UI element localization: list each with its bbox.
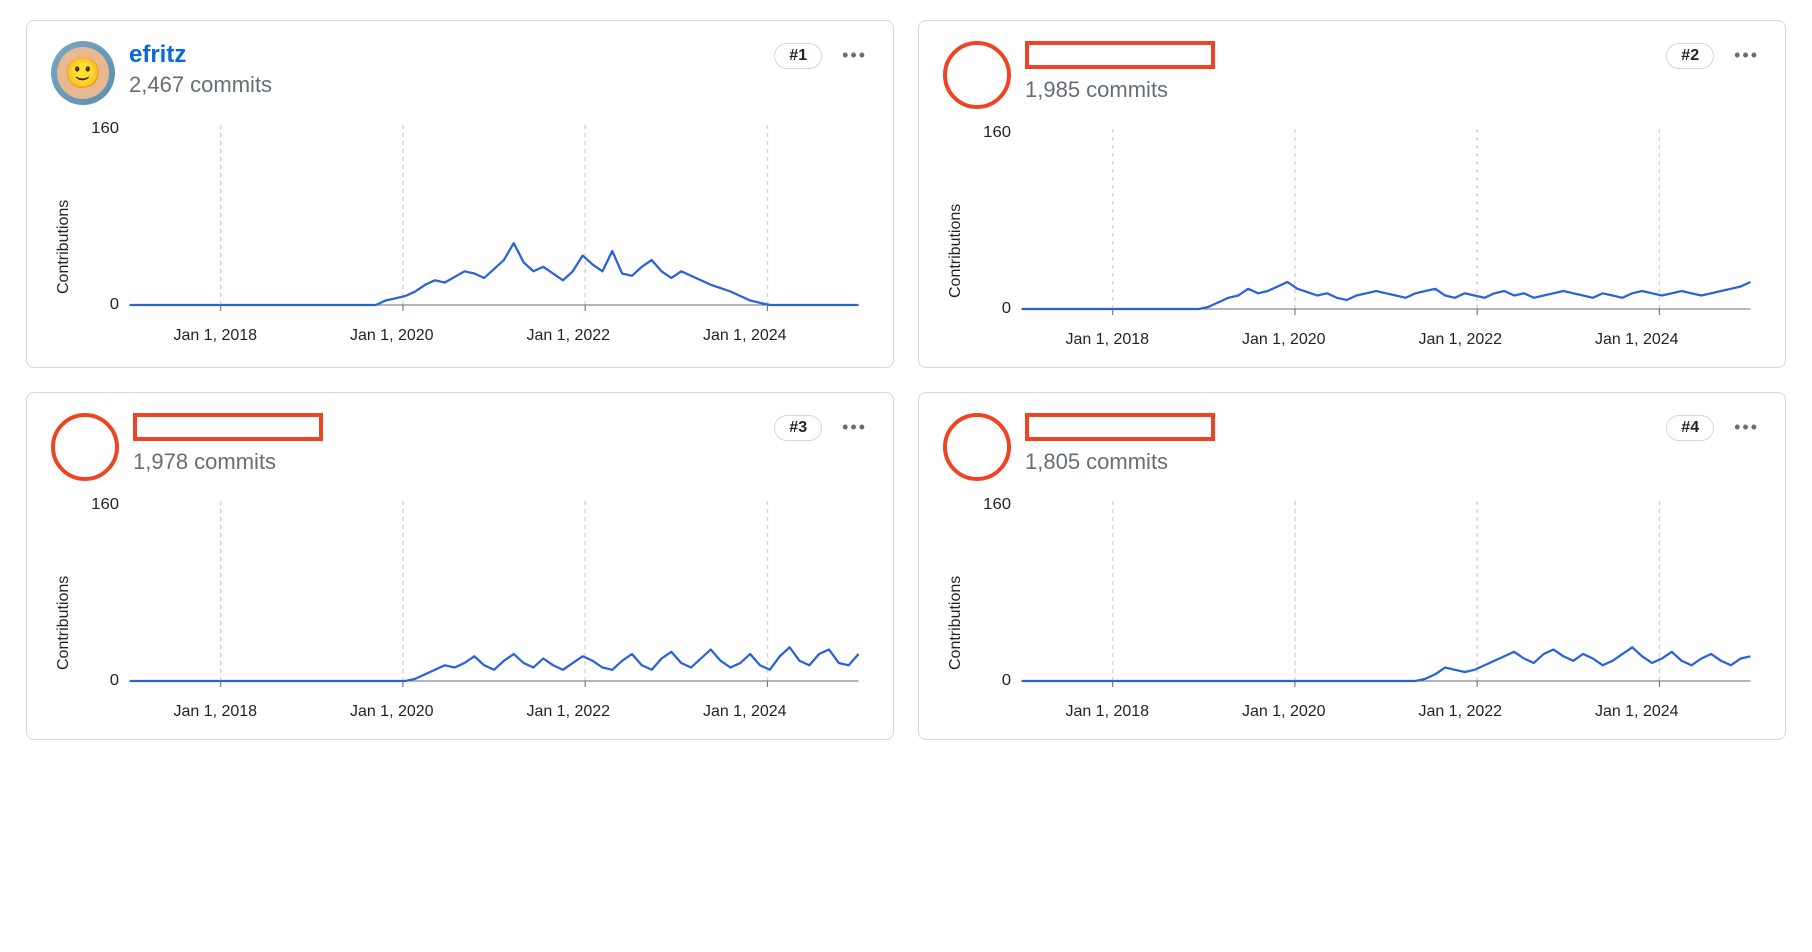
header-right: #4 ••• (1666, 413, 1761, 442)
x-tick-label: Jan 1, 2020 (304, 327, 481, 345)
chart-inner: 1600Jan 1, 2018Jan 1, 2020Jan 1, 2022Jan… (965, 123, 1761, 349)
x-tick-label: Jan 1, 2018 (127, 327, 304, 345)
x-tick-label: Jan 1, 2024 (1549, 331, 1726, 349)
username-link[interactable]: efritz (129, 41, 272, 70)
contribution-sparkline: 1600 (965, 123, 1761, 323)
x-tick-label: Jan 1, 2018 (127, 703, 304, 721)
user-block: 🙂 efritz2,467 commits (51, 41, 272, 105)
commits-count[interactable]: 1,978 commits (133, 449, 323, 475)
rank-badge: #1 (774, 43, 822, 69)
svg-text:0: 0 (110, 295, 119, 313)
chart-wrap: Contributions1600Jan 1, 2018Jan 1, 2020J… (943, 495, 1761, 721)
rank-badge: #2 (1666, 43, 1714, 69)
x-ticks: Jan 1, 2018Jan 1, 2020Jan 1, 2022Jan 1, … (965, 331, 1761, 349)
x-tick-label: Jan 1, 2024 (1549, 703, 1726, 721)
x-tick-label: Jan 1, 2022 (480, 703, 657, 721)
card-header: 🙂 efritz2,467 commits #1 ••• (51, 41, 869, 105)
user-block: 1,985 commits (943, 41, 1215, 109)
username-redacted[interactable] (1025, 41, 1215, 69)
x-tick-label: Jan 1, 2018 (1019, 703, 1196, 721)
username-redacted[interactable] (133, 413, 323, 441)
card-header: 1,985 commits #2 ••• (943, 41, 1761, 109)
x-tick-label: Jan 1, 2020 (1196, 331, 1373, 349)
x-ticks: Jan 1, 2018Jan 1, 2020Jan 1, 2022Jan 1, … (73, 327, 869, 345)
kebab-menu-icon[interactable]: ••• (1732, 413, 1761, 442)
avatar-redacted[interactable] (51, 413, 119, 481)
svg-text:160: 160 (983, 123, 1011, 141)
user-info: 1,978 commits (133, 413, 323, 475)
x-tick-label: Jan 1, 2020 (304, 703, 481, 721)
avatar[interactable]: 🙂 (51, 41, 115, 105)
username-redacted[interactable] (1025, 413, 1215, 441)
chart-wrap: Contributions1600Jan 1, 2018Jan 1, 2020J… (51, 495, 869, 721)
chart-wrap: Contributions1600Jan 1, 2018Jan 1, 2020J… (51, 119, 869, 345)
svg-text:0: 0 (1002, 671, 1011, 689)
contributor-card: 🙂efritz2,467 commits#1•••Contributions16… (26, 20, 894, 368)
x-tick-label: Jan 1, 2022 (1372, 331, 1549, 349)
user-block: 1,805 commits (943, 413, 1215, 481)
contribution-sparkline: 1600 (73, 119, 869, 319)
contributor-card: 1,978 commits#3•••Contributions1600Jan 1… (26, 392, 894, 740)
x-tick-label: Jan 1, 2024 (657, 703, 834, 721)
x-tick-label: Jan 1, 2024 (657, 327, 834, 345)
y-axis-label: Contributions (943, 123, 965, 349)
y-axis-label: Contributions (943, 495, 965, 721)
y-axis-label: Contributions (51, 495, 73, 721)
kebab-menu-icon[interactable]: ••• (1732, 41, 1761, 70)
user-info: 1,985 commits (1025, 41, 1215, 103)
avatar-face-icon: 🙂 (57, 47, 109, 99)
chart-wrap: Contributions1600Jan 1, 2018Jan 1, 2020J… (943, 123, 1761, 349)
commits-count[interactable]: 1,805 commits (1025, 449, 1215, 475)
chart-inner: 1600Jan 1, 2018Jan 1, 2020Jan 1, 2022Jan… (965, 495, 1761, 721)
x-ticks: Jan 1, 2018Jan 1, 2020Jan 1, 2022Jan 1, … (73, 703, 869, 721)
user-info: efritz2,467 commits (129, 41, 272, 98)
header-right: #1 ••• (774, 41, 869, 70)
svg-text:160: 160 (983, 495, 1011, 513)
rank-badge: #4 (1666, 415, 1714, 441)
header-right: #2 ••• (1666, 41, 1761, 70)
svg-text:160: 160 (91, 495, 119, 513)
commits-count[interactable]: 2,467 commits (129, 72, 272, 98)
x-tick-label: Jan 1, 2022 (480, 327, 657, 345)
user-info: 1,805 commits (1025, 413, 1215, 475)
chart-inner: 1600Jan 1, 2018Jan 1, 2020Jan 1, 2022Jan… (73, 495, 869, 721)
header-right: #3 ••• (774, 413, 869, 442)
svg-text:0: 0 (1002, 299, 1011, 317)
card-header: 1,805 commits #4 ••• (943, 413, 1761, 481)
chart-inner: 1600Jan 1, 2018Jan 1, 2020Jan 1, 2022Jan… (73, 119, 869, 345)
x-tick-label: Jan 1, 2020 (1196, 703, 1373, 721)
kebab-menu-icon[interactable]: ••• (840, 41, 869, 70)
svg-text:160: 160 (91, 119, 119, 137)
x-tick-label: Jan 1, 2022 (1372, 703, 1549, 721)
x-tick-label: Jan 1, 2018 (1019, 331, 1196, 349)
kebab-menu-icon[interactable]: ••• (840, 413, 869, 442)
contributor-card: 1,805 commits#4•••Contributions1600Jan 1… (918, 392, 1786, 740)
user-block: 1,978 commits (51, 413, 323, 481)
x-ticks: Jan 1, 2018Jan 1, 2020Jan 1, 2022Jan 1, … (965, 703, 1761, 721)
contribution-sparkline: 1600 (73, 495, 869, 695)
avatar-redacted[interactable] (943, 41, 1011, 109)
commits-count[interactable]: 1,985 commits (1025, 77, 1215, 103)
card-header: 1,978 commits #3 ••• (51, 413, 869, 481)
contributor-card: 1,985 commits#2•••Contributions1600Jan 1… (918, 20, 1786, 368)
contribution-sparkline: 1600 (965, 495, 1761, 695)
rank-badge: #3 (774, 415, 822, 441)
y-axis-label: Contributions (51, 119, 73, 345)
svg-text:0: 0 (110, 671, 119, 689)
avatar-redacted[interactable] (943, 413, 1011, 481)
